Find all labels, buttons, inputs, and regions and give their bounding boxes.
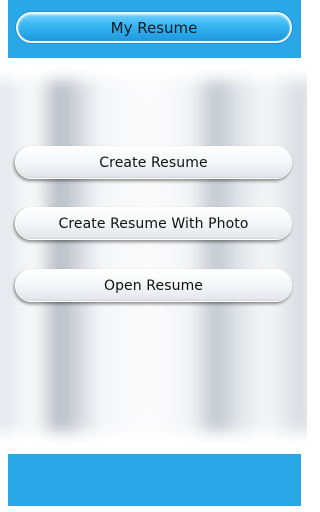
main-panel [0, 58, 307, 454]
brushed-metal-background [0, 80, 307, 432]
create-resume-button[interactable]: Create Resume [15, 146, 292, 179]
footer-bar [8, 454, 301, 506]
app-title-button[interactable]: My Resume [16, 12, 292, 43]
create-resume-with-photo-button[interactable]: Create Resume With Photo [15, 207, 292, 240]
open-resume-button[interactable]: Open Resume [15, 269, 292, 302]
create-resume-with-photo-label: Create Resume With Photo [58, 215, 249, 232]
open-resume-label: Open Resume [103, 277, 204, 294]
header-bar: My Resume [8, 0, 301, 58]
app-title-label: My Resume [110, 18, 198, 37]
create-resume-label: Create Resume [99, 154, 208, 171]
